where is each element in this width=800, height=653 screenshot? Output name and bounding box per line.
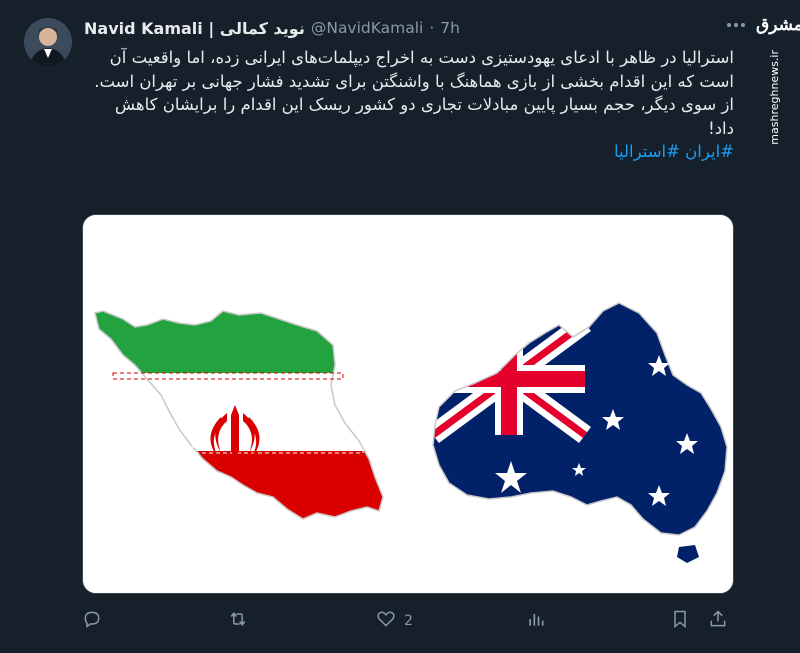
tweet-actions: 2: [78, 606, 738, 636]
bookmark-button[interactable]: [670, 606, 690, 636]
watermark-url: mashreghnews.ir: [768, 50, 781, 145]
share-icon: [708, 609, 728, 633]
more-horizontal-icon[interactable]: [722, 14, 750, 36]
user-handle[interactable]: @NavidKamali: [311, 19, 424, 37]
reply-button[interactable]: [82, 606, 102, 636]
timestamp[interactable]: 7h: [440, 19, 460, 37]
reply-icon: [82, 609, 102, 633]
retweet-button[interactable]: [228, 606, 248, 636]
tweet-paragraph-1: استرالیا در ظاهر با ادعای یهودستیزی دست …: [94, 48, 734, 91]
like-button[interactable]: 2: [376, 606, 413, 636]
heart-icon: [376, 609, 396, 633]
tweet-paragraph-2: از سوی دیگر، حجم بسیار پایین مبادلات تجا…: [114, 95, 734, 138]
retweet-icon: [228, 609, 248, 633]
watermark: مشرق mashreghnews.ir: [756, 10, 800, 145]
share-button[interactable]: [708, 606, 728, 636]
avatar[interactable]: [24, 18, 72, 66]
bookmark-icon: [670, 609, 690, 633]
display-name[interactable]: Navid Kamali | نوید کمالی: [84, 19, 305, 38]
watermark-logo: مشرق: [756, 15, 800, 35]
separator-dot: ·: [429, 19, 435, 37]
tweet-header: Navid Kamali | نوید کمالی @NavidKamali ·…: [84, 16, 740, 40]
like-count: 2: [404, 613, 413, 629]
views-icon: [526, 609, 546, 633]
views-button[interactable]: [526, 606, 546, 636]
hashtags-link[interactable]: #ایران #استرالیا: [84, 140, 734, 164]
tweet-text: استرالیا در ظاهر با ادعای یهودستیزی دست …: [84, 46, 734, 164]
tweet-media-image[interactable]: [82, 214, 734, 594]
